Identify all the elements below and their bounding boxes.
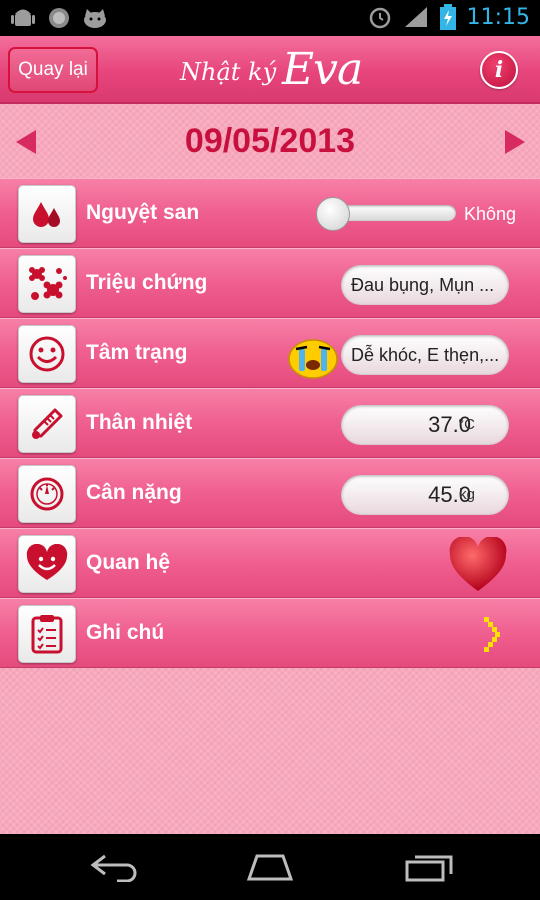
signal-icon bbox=[404, 7, 427, 27]
status-system: 11:15 bbox=[367, 4, 530, 30]
status-bar: 11:15 bbox=[0, 0, 540, 36]
recent-apps-icon[interactable] bbox=[403, 852, 457, 882]
app-header: Quay lại Nhật ký Eva i bbox=[0, 36, 540, 104]
blood-drop-icon[interactable] bbox=[18, 185, 76, 243]
back-icon[interactable] bbox=[87, 852, 141, 882]
scale-icon[interactable] bbox=[18, 465, 76, 523]
app-title-part2: Eva bbox=[282, 44, 363, 95]
flowers-icon[interactable] bbox=[18, 255, 76, 313]
row-temperature: Thân nhiệt 37.0 °C bbox=[0, 388, 540, 458]
relations-label: Quan hệ bbox=[86, 551, 171, 574]
weight-unit: kg bbox=[459, 486, 475, 503]
android-icon bbox=[11, 9, 35, 26]
thermometer-icon[interactable] bbox=[18, 395, 76, 453]
alarm-icon bbox=[369, 7, 390, 29]
period-label: Nguyệt san bbox=[86, 201, 200, 224]
temperature-label: Thân nhiệt bbox=[86, 411, 193, 434]
app-title-part1: Nhật ký bbox=[180, 58, 277, 86]
row-notes: Ghi chú bbox=[0, 598, 540, 668]
back-button[interactable]: Quay lại bbox=[8, 47, 98, 93]
mood-label: Tâm trạng bbox=[86, 341, 188, 364]
info-button[interactable]: i bbox=[480, 51, 518, 89]
symptoms-field[interactable]: Đau bụng, Mụn ... bbox=[341, 265, 509, 305]
chevron-right-icon[interactable] bbox=[482, 617, 502, 653]
app-title: Nhật ký Eva bbox=[180, 44, 363, 96]
temperature-field[interactable]: 37.0 °C bbox=[341, 405, 509, 445]
row-weight: Cân nặng 45.0 kg bbox=[0, 458, 540, 528]
symptoms-label: Triệu chứng bbox=[86, 271, 208, 294]
status-notifications bbox=[10, 6, 108, 30]
circle-icon bbox=[49, 8, 69, 28]
crying-emoji-icon bbox=[288, 339, 338, 379]
row-period: Nguyệt san Không bbox=[0, 178, 540, 248]
content-area: 09/05/2013 Nguyệt san Không Triệu chứng … bbox=[0, 104, 540, 834]
heart-icon[interactable] bbox=[448, 537, 508, 593]
row-relations: Quan hệ bbox=[0, 528, 540, 598]
clipboard-icon[interactable] bbox=[18, 605, 76, 663]
row-mood: Tâm trạng Dễ khóc, E thẹn,... bbox=[0, 318, 540, 388]
mood-field[interactable]: Dễ khóc, E thẹn,... bbox=[341, 335, 509, 375]
current-date: 09/05/2013 bbox=[184, 122, 356, 160]
status-clock: 11:15 bbox=[466, 4, 530, 30]
smiley-icon[interactable] bbox=[18, 325, 76, 383]
weight-field[interactable]: 45.0 kg bbox=[341, 475, 509, 515]
heart-face-icon[interactable] bbox=[18, 535, 76, 593]
temperature-unit: °C bbox=[458, 416, 475, 433]
date-navigator: 09/05/2013 bbox=[0, 104, 540, 178]
home-icon[interactable] bbox=[243, 852, 297, 882]
cat-icon bbox=[84, 9, 106, 28]
system-nav-bar bbox=[0, 834, 540, 900]
period-slider-thumb[interactable] bbox=[316, 197, 350, 231]
weight-label: Cân nặng bbox=[86, 481, 182, 504]
row-symptoms: Triệu chứng Đau bụng, Mụn ... bbox=[0, 248, 540, 318]
next-day-icon[interactable] bbox=[505, 130, 525, 154]
notes-label: Ghi chú bbox=[86, 621, 165, 644]
period-slider-value: Không bbox=[464, 204, 517, 224]
battery-icon bbox=[439, 4, 456, 30]
